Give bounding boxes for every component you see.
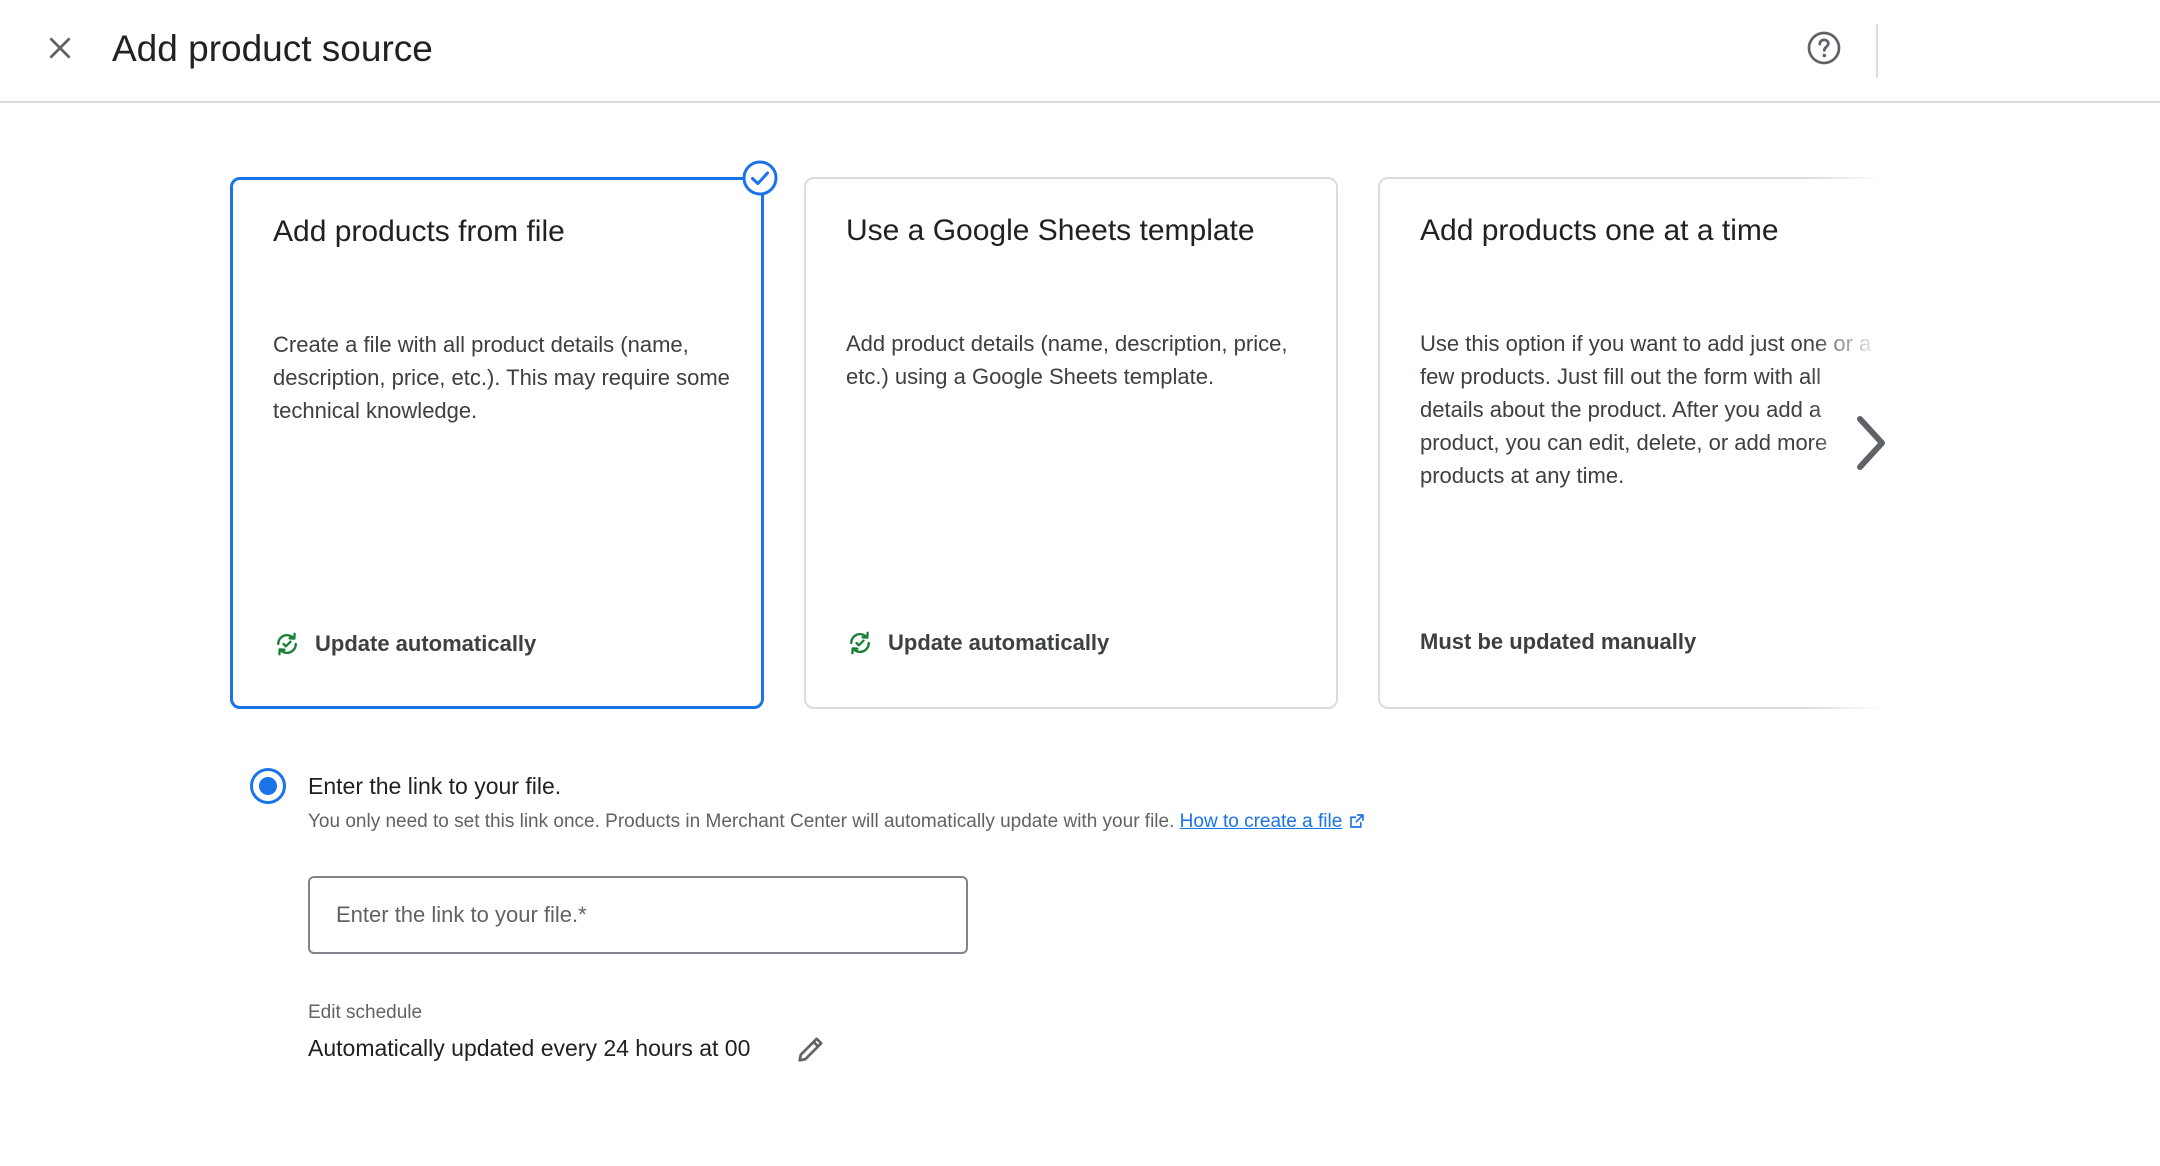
how-to-create-file-link[interactable]: How to create a file: [1180, 811, 1367, 832]
carousel-next-button[interactable]: [1844, 410, 1896, 476]
radio-label: Enter the link to your file.: [308, 773, 562, 799]
sync-icon: [850, 631, 870, 655]
check-circle-icon: [742, 160, 778, 196]
card-footer-label: Must be updated manually: [1420, 629, 1697, 654]
external-link-icon: [1350, 814, 1365, 828]
file-link-input[interactable]: [308, 876, 968, 954]
card-footer-label: Update automatically: [315, 631, 537, 656]
header-divider: [1876, 24, 1878, 78]
card-description: Create a file with all product details (…: [273, 332, 730, 423]
help-icon: [1807, 31, 1841, 65]
helper-text: You only need to set this link once. Pro…: [308, 808, 1366, 836]
link-label: How to create a file: [1179, 811, 1343, 832]
card-footer: Update automatically: [273, 630, 536, 658]
card-title: Add products from file: [273, 215, 565, 248]
close-button[interactable]: [38, 26, 82, 70]
header: Add product source: [0, 0, 2160, 103]
pencil-icon: [798, 1037, 823, 1062]
card-add-from-file[interactable]: Add products from file Create a file wit…: [230, 177, 764, 709]
page-title: Add product source: [112, 28, 433, 69]
card-title: Add products one at a time: [1420, 214, 1779, 247]
card-title: Use a Google Sheets template: [846, 214, 1255, 247]
source-options-carousel: Add products from file Create a file wit…: [228, 174, 1910, 712]
card-footer-label: Update automatically: [888, 630, 1110, 655]
card-footer: Must be updated manually: [1420, 629, 1696, 655]
chevron-right-icon: [1857, 416, 1885, 470]
card-footer: Update automatically: [846, 629, 1109, 657]
help-button[interactable]: [1802, 26, 1846, 70]
sync-icon: [277, 632, 297, 656]
file-link-radio[interactable]: [250, 768, 286, 804]
schedule-value: Automatically updated every 24 hours at …: [308, 1035, 751, 1061]
close-icon: [49, 37, 71, 59]
helper-text-body: You only need to set this link once. Pro…: [308, 811, 1175, 832]
card-description: Add product details (name, description, …: [846, 331, 1288, 389]
schedule-label: Edit schedule: [308, 1002, 423, 1023]
card-description: Use this option if you want to add just …: [1420, 331, 1872, 488]
edit-schedule-button[interactable]: [792, 1030, 830, 1068]
card-add-one-at-a-time[interactable]: Add products one at a time Use this opti…: [1378, 177, 1910, 709]
card-google-sheets-template[interactable]: Use a Google Sheets template Add product…: [804, 177, 1338, 709]
